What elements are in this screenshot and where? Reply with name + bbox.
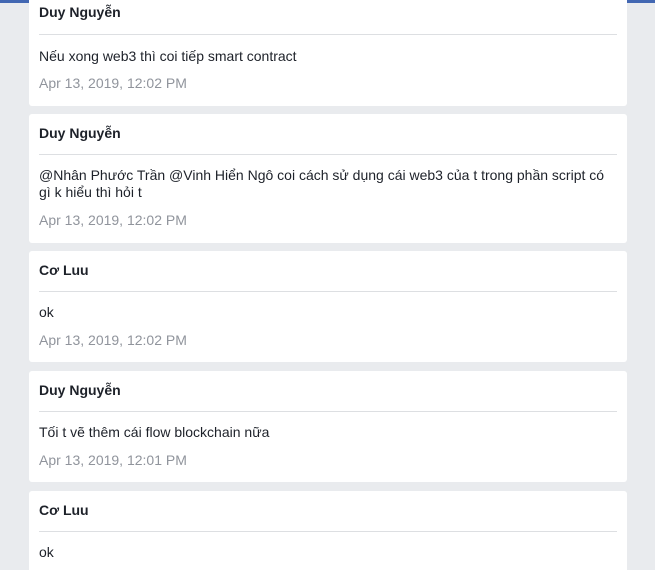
message-card: Duy Nguyễn @Nhân Phước Trần @Vinh Hiển N… bbox=[29, 114, 627, 243]
message-card: Duy Nguyễn Nếu xong web3 thì coi tiếp sm… bbox=[29, 0, 627, 106]
message-divider bbox=[39, 411, 617, 412]
message-author[interactable]: Duy Nguyễn bbox=[39, 125, 121, 141]
message-text: ok bbox=[39, 544, 54, 560]
message-author[interactable]: Duy Nguyễn bbox=[39, 382, 121, 398]
message-text: @Nhân Phước Trần @Vinh Hiển Ngô coi cách… bbox=[39, 167, 605, 200]
message-divider bbox=[39, 531, 617, 532]
message-card: Cơ Luu ok Apr 13, 2019, 12:02 PM bbox=[29, 251, 627, 362]
message-timestamp: Apr 13, 2019, 12:02 PM bbox=[39, 212, 187, 228]
message-timestamp: Apr 13, 2019, 12:02 PM bbox=[39, 75, 187, 91]
message-text: Nếu xong web3 thì coi tiếp smart contrac… bbox=[39, 48, 297, 64]
message-card: Cơ Luu ok bbox=[29, 491, 627, 570]
message-text: Tối t vẽ thêm cái flow blockchain nữa bbox=[39, 424, 270, 440]
message-divider bbox=[39, 154, 617, 155]
message-timestamp: Apr 13, 2019, 12:02 PM bbox=[39, 332, 187, 348]
message-author[interactable]: Cơ Luu bbox=[39, 262, 89, 278]
message-divider bbox=[39, 291, 617, 292]
message-card: Duy Nguyễn Tối t vẽ thêm cái flow blockc… bbox=[29, 371, 627, 482]
message-timestamp: Apr 13, 2019, 12:01 PM bbox=[39, 452, 187, 468]
message-text: ok bbox=[39, 304, 54, 320]
message-author[interactable]: Cơ Luu bbox=[39, 502, 89, 518]
message-author[interactable]: Duy Nguyễn bbox=[39, 4, 121, 20]
message-divider bbox=[39, 34, 617, 35]
